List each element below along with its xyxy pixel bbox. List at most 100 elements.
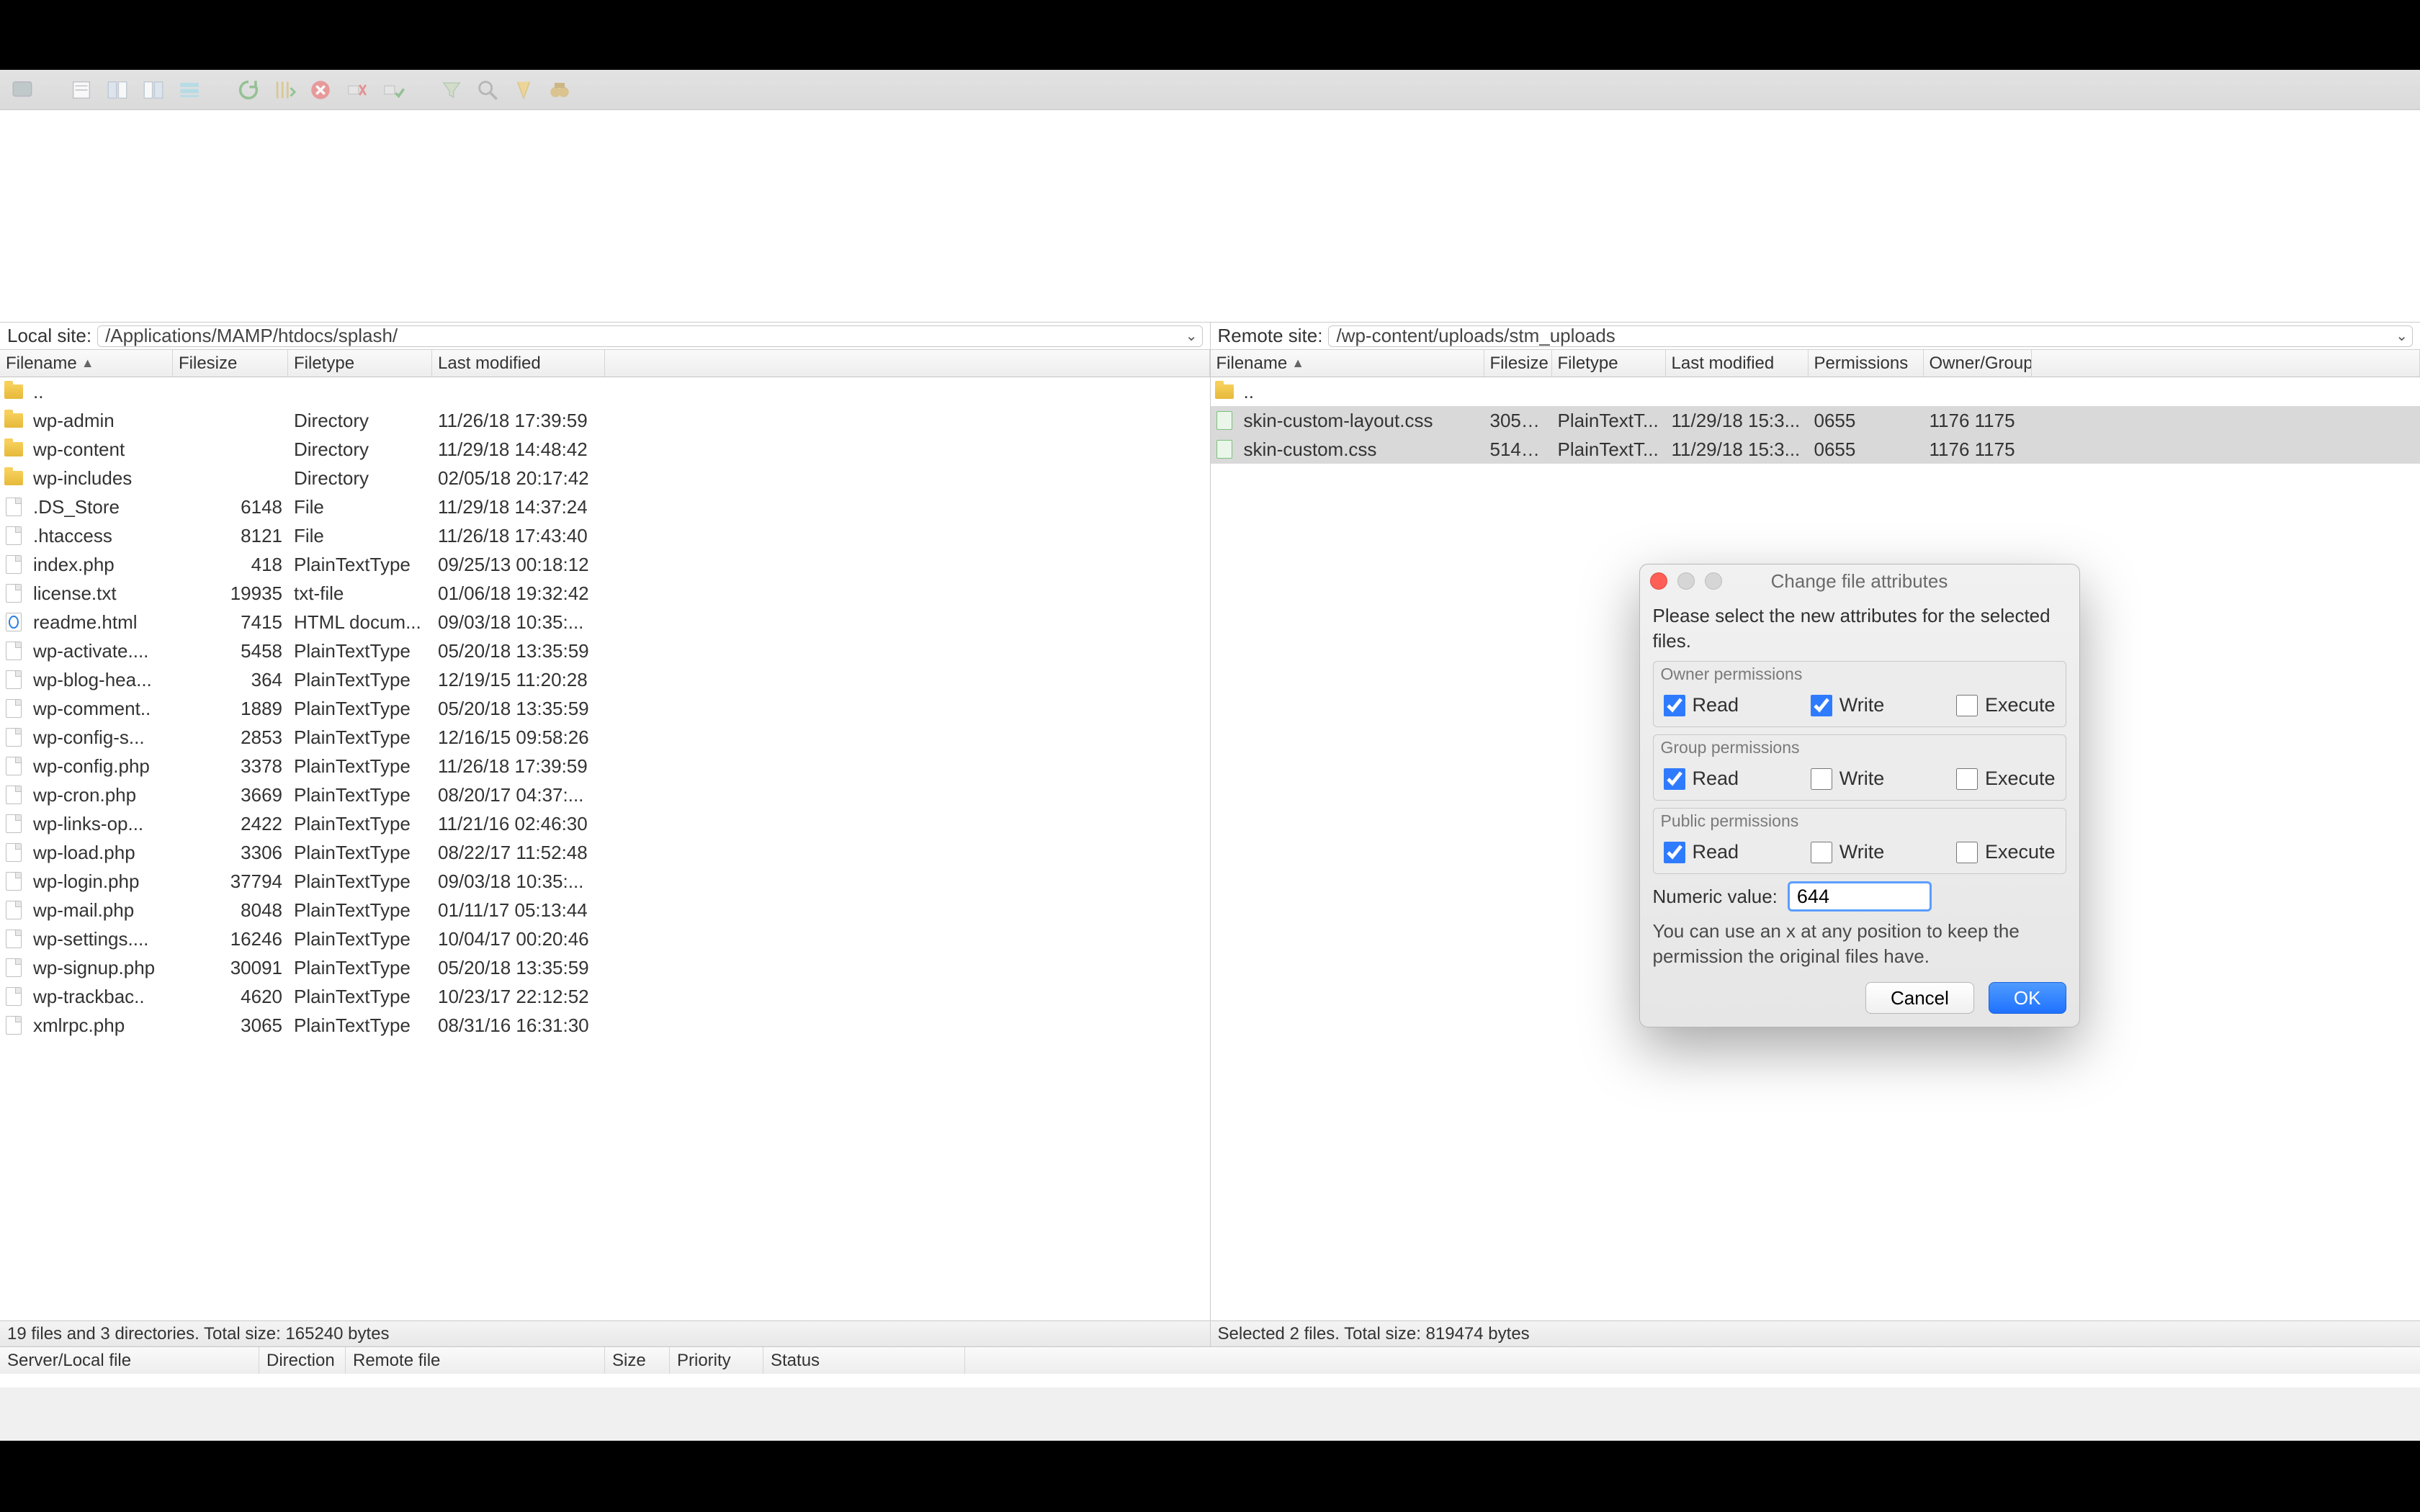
cell-permissions: 0655 (1809, 410, 1924, 432)
file-icon (6, 987, 22, 1006)
col-filetype[interactable]: Filetype (1552, 350, 1666, 377)
col-filename[interactable]: Filename▲ (0, 350, 173, 377)
tcol-remotefile[interactable]: Remote file (346, 1347, 605, 1374)
table-row[interactable]: wp-blog-hea...364PlainTextType12/19/15 1… (0, 665, 1210, 694)
cell-filesize: 3306 (173, 842, 288, 864)
local-column-headers[interactable]: Filename▲ Filesize Filetype Last modifie… (0, 350, 1210, 377)
col-permissions[interactable]: Permissions (1809, 350, 1924, 377)
owner-read-checkbox[interactable]: Read (1664, 694, 1739, 716)
table-row[interactable]: index.php418PlainTextType09/25/13 00:18:… (0, 550, 1210, 579)
group-read-checkbox[interactable]: Read (1664, 768, 1739, 790)
tcol-size[interactable]: Size (605, 1347, 670, 1374)
disconnect-icon[interactable] (341, 75, 372, 105)
table-row[interactable]: wp-login.php37794PlainTextType09/03/18 1… (0, 867, 1210, 896)
table-row[interactable]: wp-config.php3378PlainTextType11/26/18 1… (0, 752, 1210, 780)
remote-column-headers[interactable]: Filename▲ Filesize Filetype Last modifie… (1211, 350, 2420, 377)
table-row[interactable]: wp-links-op...2422PlainTextType11/21/16 … (0, 809, 1210, 838)
table-row[interactable]: wp-cron.php3669PlainTextType08/20/17 04:… (0, 780, 1210, 809)
remote-path-combo[interactable]: /wp-content/uploads/stm_uploads ⌄ (1328, 325, 2413, 347)
col-filetype[interactable]: Filetype (288, 350, 432, 377)
owner-execute-checkbox[interactable]: Execute (1956, 694, 2056, 716)
table-row[interactable]: wp-adminDirectory11/26/18 17:39:59 (0, 406, 1210, 435)
search-icon[interactable] (472, 75, 503, 105)
col-lastmodified[interactable]: Last modified (432, 350, 605, 377)
sitemanager-icon[interactable] (7, 75, 37, 105)
public-execute-checkbox[interactable]: Execute (1956, 841, 2056, 863)
table-row[interactable]: .DS_Store6148File11/29/18 14:37:24 (0, 492, 1210, 521)
table-row[interactable]: xmlrpc.php3065PlainTextType08/31/16 16:3… (0, 1011, 1210, 1040)
table-row[interactable]: wp-trackbac..4620PlainTextType10/23/17 2… (0, 982, 1210, 1011)
toggle-local-tree-icon[interactable] (102, 75, 133, 105)
reconnect-icon[interactable] (377, 75, 408, 105)
tcol-direction[interactable]: Direction (259, 1347, 346, 1374)
col-filesize[interactable]: Filesize (1484, 350, 1552, 377)
sort-asc-icon: ▲ (81, 356, 94, 371)
close-icon[interactable] (1650, 572, 1667, 590)
ok-button[interactable]: OK (1989, 982, 2066, 1014)
table-row[interactable]: .. (1211, 377, 2420, 406)
table-row[interactable]: wp-signup.php30091PlainTextType05/20/18 … (0, 953, 1210, 982)
cell-filetype: PlainTextType (288, 899, 432, 922)
cell-filetype: PlainTextType (288, 842, 432, 864)
col-filename[interactable]: Filename▲ (1211, 350, 1484, 377)
table-row[interactable]: skin-custom-layout.css305067PlainTextT..… (1211, 406, 2420, 435)
table-row[interactable]: .htaccess8121File11/26/18 17:43:40 (0, 521, 1210, 550)
table-row[interactable]: wp-config-s...2853PlainTextType12/16/15 … (0, 723, 1210, 752)
cancel-button[interactable]: Cancel (1865, 982, 1974, 1014)
cancel-icon[interactable] (305, 75, 336, 105)
refresh-icon[interactable] (233, 75, 264, 105)
letterbox-top (0, 0, 2420, 70)
public-read-checkbox[interactable]: Read (1664, 841, 1739, 863)
cell-filesize: 37794 (173, 870, 288, 893)
filter-icon[interactable] (436, 75, 467, 105)
file-icon (6, 498, 22, 516)
cell-filetype: File (288, 525, 432, 547)
toggle-remote-tree-icon[interactable] (138, 75, 169, 105)
tcol-serverlocal[interactable]: Server/Local file (0, 1347, 259, 1374)
owner-write-checkbox[interactable]: Write (1811, 694, 1885, 716)
process-queue-icon[interactable] (269, 75, 300, 105)
table-row[interactable]: wp-includesDirectory02/05/18 20:17:42 (0, 464, 1210, 492)
cell-lastmodified: 10/04/17 00:20:46 (432, 928, 605, 950)
file-icon (6, 728, 22, 747)
col-filesize[interactable]: Filesize (173, 350, 288, 377)
table-row[interactable]: wp-mail.php8048PlainTextType01/11/17 05:… (0, 896, 1210, 924)
cell-filename: wp-content (27, 438, 173, 461)
cell-lastmodified: 08/20/17 04:37:... (432, 784, 605, 806)
dialog-titlebar[interactable]: Change file attributes (1640, 564, 2079, 598)
binoculars-icon[interactable] (544, 75, 575, 105)
table-row[interactable]: readme.html7415HTML docum...09/03/18 10:… (0, 608, 1210, 636)
cell-lastmodified: 05/20/18 13:35:59 (432, 957, 605, 979)
numeric-value-input[interactable] (1788, 881, 1932, 912)
table-row[interactable]: wp-load.php3306PlainTextType08/22/17 11:… (0, 838, 1210, 867)
group-label: Group permissions (1654, 735, 2066, 760)
html-icon (6, 613, 22, 631)
compare-icon[interactable] (508, 75, 539, 105)
toggle-log-icon[interactable] (66, 75, 97, 105)
toggle-queue-icon[interactable] (174, 75, 205, 105)
table-row[interactable]: skin-custom.css514407PlainTextT...11/29/… (1211, 435, 2420, 464)
file-icon (6, 872, 22, 891)
group-execute-checkbox[interactable]: Execute (1956, 768, 2056, 790)
col-ownergroup[interactable]: Owner/Group (1924, 350, 2032, 377)
cell-lastmodified: 05/20/18 13:35:59 (432, 640, 605, 662)
cell-filename: wp-signup.php (27, 957, 173, 979)
local-file-list[interactable]: ..wp-adminDirectory11/26/18 17:39:59wp-c… (0, 377, 1210, 1320)
table-row[interactable]: wp-contentDirectory11/29/18 14:48:42 (0, 435, 1210, 464)
tcol-priority[interactable]: Priority (670, 1347, 763, 1374)
table-row[interactable]: wp-comment..1889PlainTextType05/20/18 13… (0, 694, 1210, 723)
cell-lastmodified: 11/21/16 02:46:30 (432, 813, 605, 835)
local-path-combo[interactable]: /Applications/MAMP/htdocs/splash/ ⌄ (97, 325, 1202, 347)
table-row[interactable]: wp-activate....5458PlainTextType05/20/18… (0, 636, 1210, 665)
file-icon (6, 526, 22, 545)
tcol-status[interactable]: Status (763, 1347, 965, 1374)
table-row[interactable]: wp-settings....16246PlainTextType10/04/1… (0, 924, 1210, 953)
remote-site-bar: Remote site: /wp-content/uploads/stm_upl… (1211, 323, 2420, 350)
table-row[interactable]: .. (0, 377, 1210, 406)
public-write-checkbox[interactable]: Write (1811, 841, 1885, 863)
table-row[interactable]: license.txt19935txt-file01/06/18 19:32:4… (0, 579, 1210, 608)
group-write-checkbox[interactable]: Write (1811, 768, 1885, 790)
transfer-queue-headers[interactable]: Server/Local file Direction Remote file … (0, 1346, 2420, 1374)
col-lastmodified[interactable]: Last modified (1666, 350, 1809, 377)
cell-lastmodified: 11/26/18 17:39:59 (432, 755, 605, 778)
